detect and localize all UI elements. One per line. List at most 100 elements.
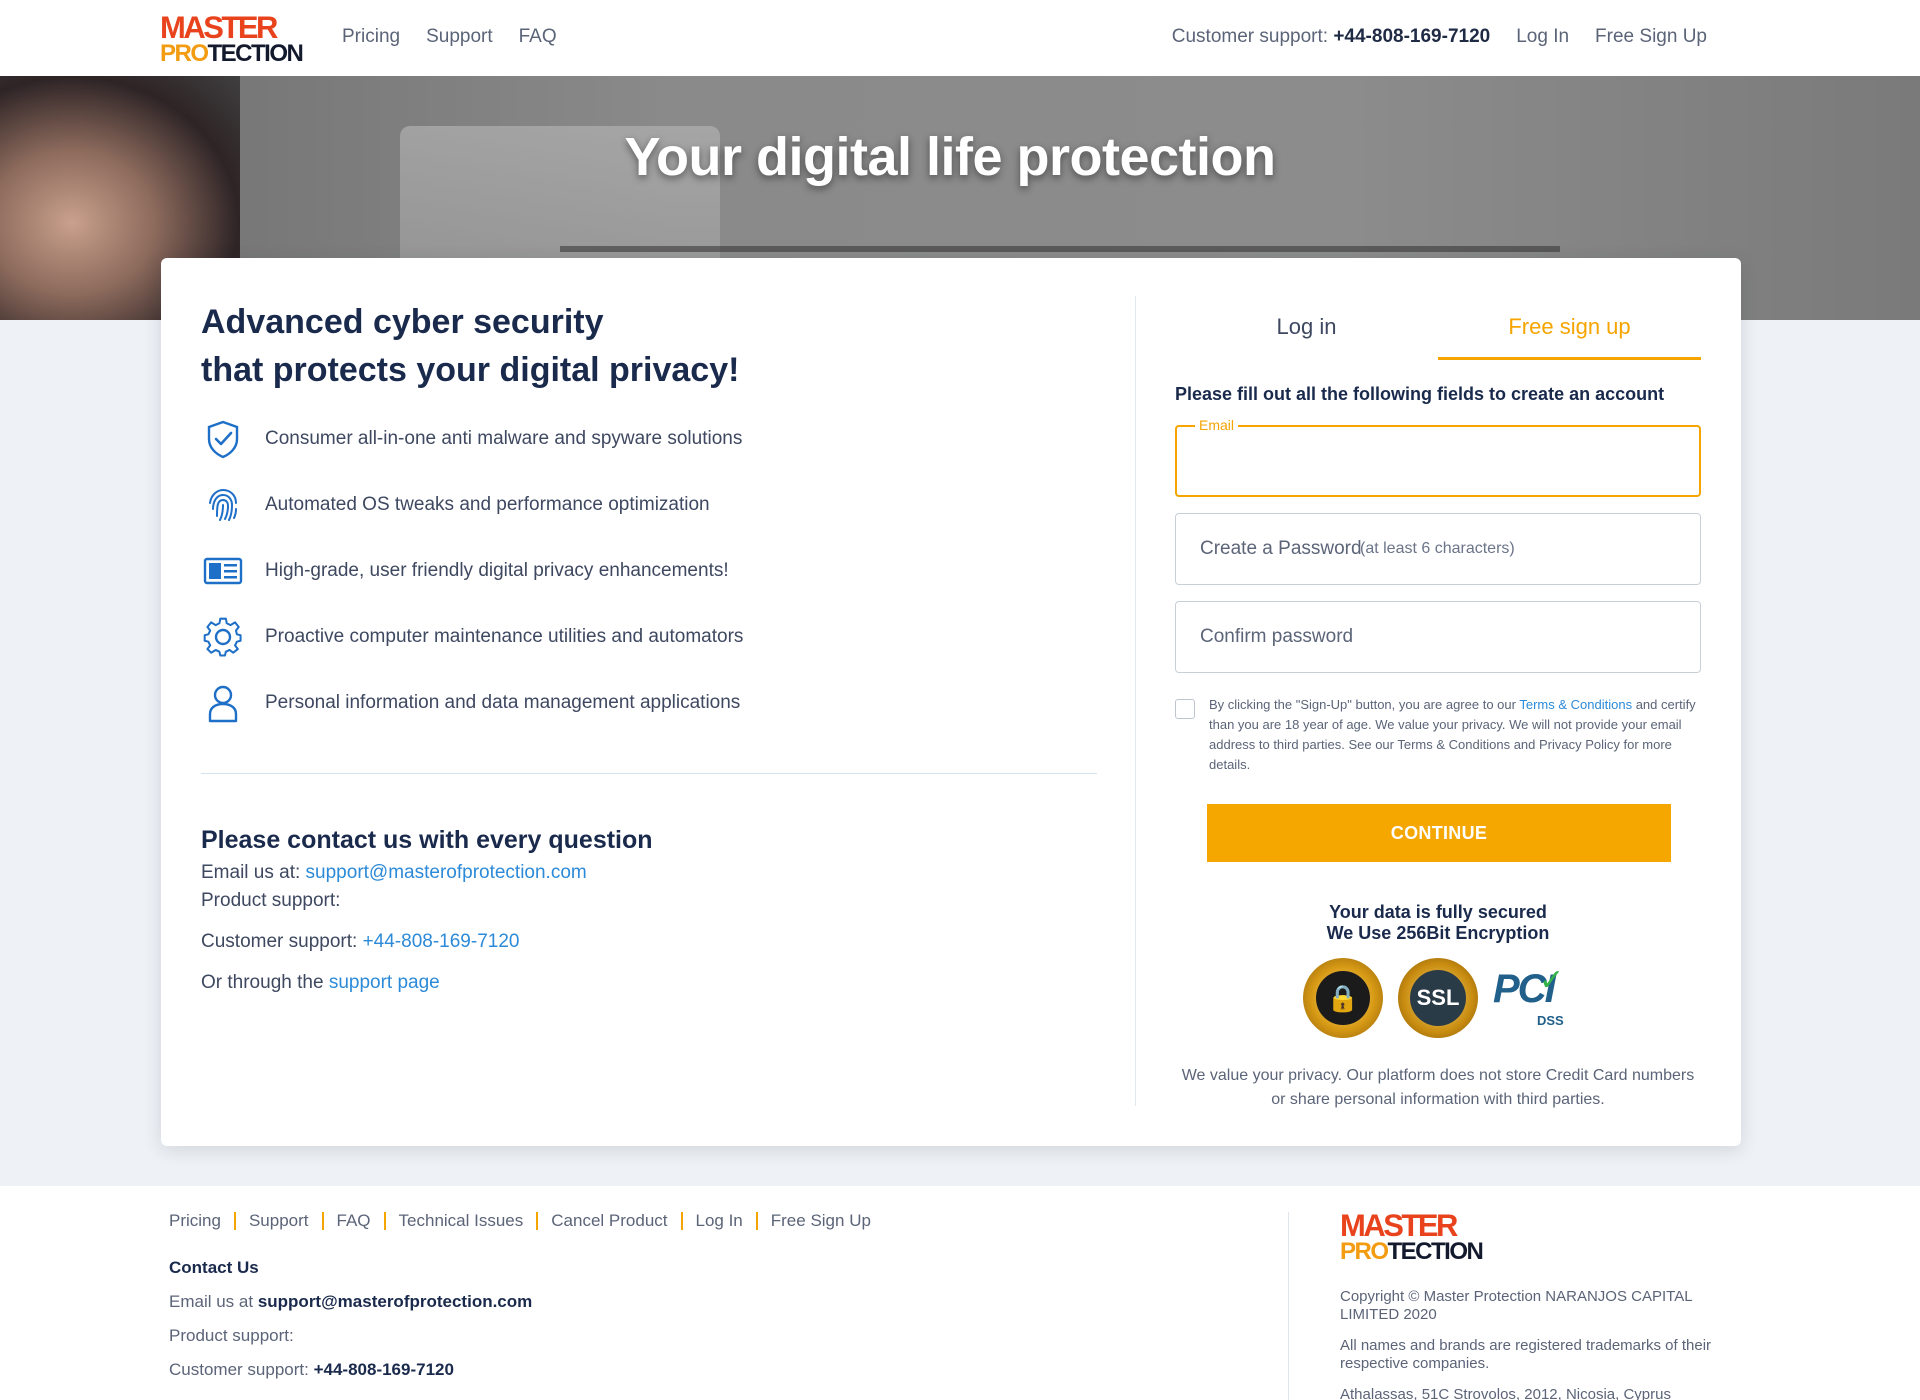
feature-text: High-grade, user friendly digital privac… (265, 560, 729, 581)
footer-customer-support: Customer support: +44-808-169-7120 (169, 1360, 454, 1379)
footer-separator (383, 1212, 386, 1230)
header-signup-link[interactable]: Free Sign Up (1595, 26, 1707, 48)
account-nav: Customer support: +44-808-169-7120 Log I… (1172, 26, 1707, 48)
footer-separator (233, 1212, 236, 1230)
product-support-line: Product support: (201, 890, 341, 911)
feature-text: Automated OS tweaks and performance opti… (265, 494, 710, 515)
terms-link[interactable]: Terms & Conditions (1519, 697, 1632, 712)
footer-link-pricing[interactable]: Pricing (169, 1211, 221, 1231)
gear-icon (203, 617, 242, 657)
feature-text: Personal information and data management… (265, 692, 741, 713)
footer-email-line: Email us at support@masterofprotection.c… (169, 1292, 533, 1311)
primary-nav: Pricing Support FAQ (342, 26, 557, 48)
footer-link-faq[interactable]: FAQ (337, 1211, 371, 1231)
nav-faq[interactable]: FAQ (519, 26, 557, 48)
shield-check-icon (207, 420, 239, 459)
column-separator (1135, 296, 1136, 1106)
security-badges: 🔒 SSL PCI ✓ DSS (1303, 956, 1573, 1040)
footer-contact: Contact Us Email us at support@masterofp… (169, 1258, 532, 1380)
footer-logo[interactable]: MASTER PROTECTION (1340, 1207, 1484, 1265)
form-instructions: Please fill out all the following fields… (1175, 384, 1665, 404)
footer-link-cancel-product[interactable]: Cancel Product (551, 1211, 667, 1231)
main-card: Advanced cyber security that protects you… (161, 258, 1741, 1146)
fingerprint-icon (209, 488, 237, 521)
password-field[interactable]: (at least 6 characters) (1175, 513, 1701, 585)
footer-link-signup[interactable]: Free Sign Up (771, 1211, 871, 1231)
pci-dss-badge: PCI ✓ DSS (1493, 963, 1573, 1033)
tab-signup[interactable]: Free sign up (1438, 298, 1701, 360)
terms-checkbox[interactable] (1175, 699, 1195, 719)
signup-form-panel: Log in Free sign up Please fill out all … (1175, 298, 1701, 1108)
email-field[interactable]: Email (1175, 417, 1701, 497)
confirm-password-input[interactable] (1176, 602, 1700, 672)
contact-title: Please contact us with every question (201, 826, 653, 854)
continue-button[interactable]: CONTINUE (1207, 804, 1671, 862)
footer-separator (680, 1212, 683, 1230)
footer-link-login[interactable]: Log In (696, 1211, 743, 1231)
feature-item: Proactive computer maintenance utilities… (201, 604, 1101, 670)
contact-block: Please contact us with every question Em… (201, 826, 1081, 997)
logo-line-1: MASTER (160, 9, 278, 46)
tab-login[interactable]: Log in (1175, 298, 1438, 360)
footer-product-support: Product support: (169, 1326, 294, 1345)
nav-support[interactable]: Support (426, 26, 493, 48)
dss-label: DSS (1537, 1013, 1564, 1028)
user-icon (208, 685, 238, 723)
header-support-phone[interactable]: +44-808-169-7120 (1333, 26, 1490, 47)
support-page-link[interactable]: support page (329, 972, 440, 993)
header-support-line: Customer support: +44-808-169-7120 (1171, 26, 1491, 47)
footer-separator-vertical (1288, 1212, 1289, 1400)
feature-text: Proactive computer maintenance utilities… (265, 626, 744, 647)
footer-logo-line-2: PROTECTION (1340, 1238, 1484, 1265)
contact-email-link[interactable]: support@masterofprotection.com (306, 862, 587, 883)
feature-item: Consumer all-in-one anti malware and spy… (201, 406, 1101, 472)
contact-phone-link[interactable]: +44-808-169-7120 (363, 931, 520, 952)
feature-item: High-grade, user friendly digital privac… (201, 538, 1101, 604)
header-login-link[interactable]: Log In (1516, 26, 1569, 48)
secure-lock-badge: 🔒 (1303, 958, 1383, 1038)
support-page-line: Or through the support page (201, 972, 440, 993)
padlock-icon: 🔒 (1316, 971, 1370, 1025)
auth-tabs: Log in Free sign up (1175, 298, 1701, 360)
hero-title: Your digital life protection (624, 127, 1276, 187)
footer-separator (755, 1212, 758, 1230)
id-card-icon (203, 557, 243, 585)
site-footer: Pricing Support FAQ Technical Issues Can… (0, 1186, 1920, 1400)
footer-separator (321, 1212, 324, 1230)
features-column: Advanced cyber security that protects you… (201, 298, 1101, 736)
feature-item: Automated OS tweaks and performance opti… (201, 472, 1101, 538)
email-input[interactable] (1177, 427, 1699, 495)
footer-email[interactable]: support@masterofprotection.com (258, 1292, 532, 1311)
footer-contact-title: Contact Us (169, 1258, 259, 1277)
logo-line-2: PROTECTION (160, 40, 304, 67)
ssl-badge-label: SSL (1410, 970, 1466, 1026)
features-headline: Advanced cyber security that protects you… (201, 303, 740, 389)
security-heading: Your data is fully secured We Use 256Bit … (1326, 902, 1550, 943)
brand-logo[interactable]: MASTER PROTECTION (160, 9, 304, 67)
password-hint: (at least 6 characters) (1360, 540, 1515, 557)
footer-nav: Pricing Support FAQ Technical Issues Can… (169, 1211, 871, 1231)
footer-legal: Copyright © Master Protection NARANJOS C… (1340, 1288, 1740, 1400)
hero-shelf-shape (560, 246, 1560, 252)
nav-pricing[interactable]: Pricing (342, 26, 400, 48)
ssl-badge: SSL (1398, 958, 1478, 1038)
privacy-note: We value your privacy. Our platform does… (1181, 1067, 1695, 1108)
feature-list: Consumer all-in-one anti malware and spy… (201, 406, 1101, 736)
feature-text: Consumer all-in-one anti malware and spy… (265, 428, 743, 449)
footer-link-support[interactable]: Support (249, 1211, 309, 1231)
footer-phone[interactable]: +44-808-169-7120 (314, 1360, 454, 1379)
footer-separator (536, 1212, 539, 1230)
confirm-password-field[interactable] (1175, 601, 1701, 673)
top-header: MASTER PROTECTION Pricing Support FAQ Cu… (0, 0, 1920, 76)
customer-support-line: Customer support: +44-808-169-7120 (201, 931, 520, 952)
terms-consent: By clicking the "Sign-Up" button, you ar… (1175, 695, 1701, 775)
contact-email-line: Email us at: support@masterofprotection.… (201, 862, 587, 883)
section-divider (201, 773, 1097, 774)
terms-text: By clicking the "Sign-Up" button, you ar… (1209, 697, 1696, 772)
footer-logo-line-1: MASTER (1340, 1207, 1458, 1244)
address-text: Athalassas, 51C Strovolos, 2012, Nicosia… (1340, 1386, 1671, 1400)
checkmark-icon: ✓ (1539, 964, 1565, 997)
footer-link-technical-issues[interactable]: Technical Issues (399, 1211, 524, 1231)
feature-item: Personal information and data management… (201, 670, 1101, 736)
trademark-text: All names and brands are registered trad… (1340, 1337, 1712, 1372)
